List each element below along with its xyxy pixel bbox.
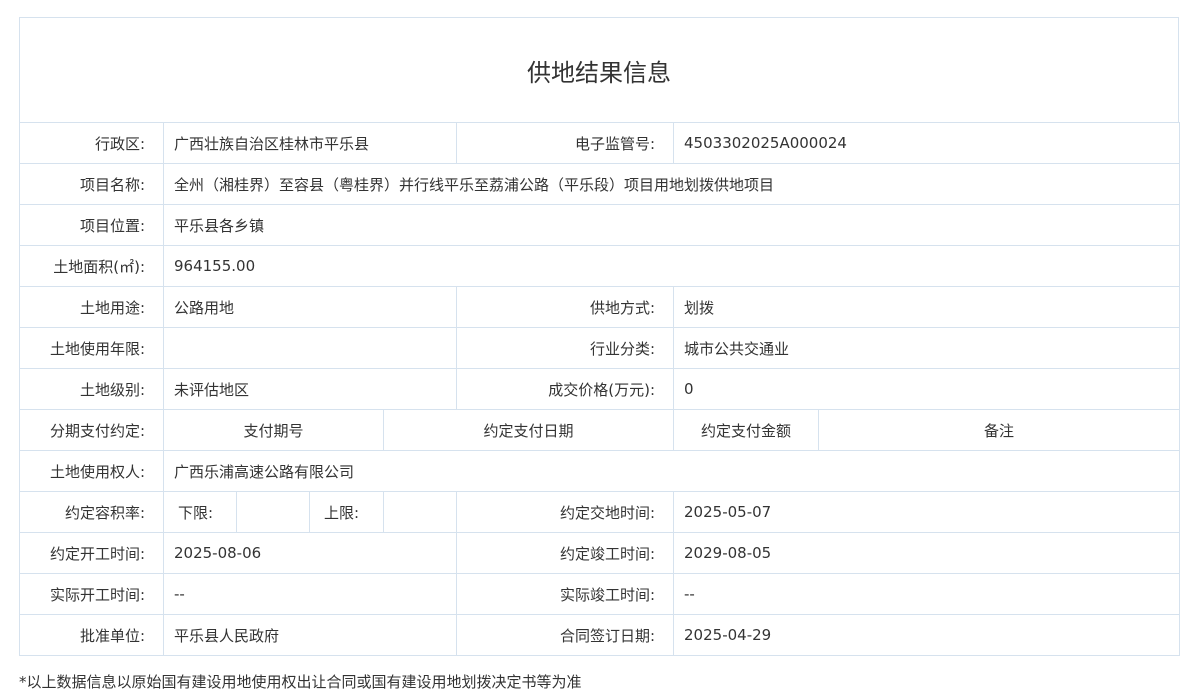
land-use-value: 公路用地 (162, 286, 458, 328)
industry-value: 城市公共交通业 (673, 327, 1181, 369)
planned-start-value: 2025-08-06 (162, 532, 458, 574)
supervision-no-value: 4503302025A000024 (673, 122, 1181, 164)
table-row: 批准单位: 平乐县人民政府 合同签订日期: 2025-04-29 (19, 614, 1181, 656)
region-label: 行政区: (19, 122, 164, 164)
project-location-label: 项目位置: (19, 204, 164, 246)
table-row: 土地面积(㎡): 964155.00 (19, 245, 1181, 287)
supply-method-label: 供地方式: (456, 286, 675, 328)
land-user-value: 广西乐浦高速公路有限公司 (162, 450, 1181, 492)
use-term-label: 土地使用年限: (19, 327, 164, 369)
table-row: 项目位置: 平乐县各乡镇 (19, 204, 1181, 246)
land-use-label: 土地用途: (19, 286, 164, 328)
project-name-value: 全州（湘桂界）至容县（粤桂界）并行线平乐至荔浦公路（平乐段）项目用地划拨供地项目 (162, 163, 1181, 205)
land-grade-label: 土地级别: (19, 368, 164, 410)
use-term-value (162, 327, 458, 369)
land-area-value: 964155.00 (162, 245, 1181, 287)
page-title: 供地结果信息 (19, 17, 1179, 122)
land-user-label: 土地使用权人: (19, 450, 164, 492)
deal-price-label: 成交价格(万元): (456, 368, 675, 410)
installment-col-period: 支付期号 (163, 409, 384, 451)
delivery-time-value: 2025-05-07 (673, 491, 1181, 533)
table-row: 约定容积率: 下限: 上限: 约定交地时间: 2025-05-07 (19, 491, 1181, 533)
table-row: 土地使用权人: 广西乐浦高速公路有限公司 (19, 450, 1181, 492)
table-row: 约定开工时间: 2025-08-06 约定竣工时间: 2029-08-05 (19, 532, 1181, 574)
plot-ratio-upper-value (382, 491, 458, 533)
plot-ratio-lower-label: 下限: (163, 491, 237, 533)
supply-method-value: 划拨 (673, 286, 1181, 328)
plot-ratio-lower-value (236, 491, 310, 533)
planned-start-label: 约定开工时间: (19, 532, 164, 574)
supply-result-table: 行政区: 广西壮族自治区桂林市平乐县 电子监管号: 4503302025A000… (19, 122, 1181, 656)
land-area-label: 土地面积(㎡): (19, 245, 164, 287)
land-grade-value: 未评估地区 (162, 368, 458, 410)
actual-start-value: -- (162, 573, 458, 615)
planned-completion-label: 约定竣工时间: (456, 532, 675, 574)
supply-result-panel: 供地结果信息 行政区: 广西壮族自治区桂林市平乐县 电子监管号: 4503302… (19, 17, 1181, 656)
footnote: *以上数据信息以原始国有建设用地使用权出让合同或国有建设用地划拨决定书等为准 (19, 673, 582, 691)
project-location-value: 平乐县各乡镇 (162, 204, 1181, 246)
table-row: 土地级别: 未评估地区 成交价格(万元): 0 (19, 368, 1181, 410)
table-row: 分期支付约定: 支付期号 约定支付日期 约定支付金额 备注 (19, 409, 1181, 451)
installment-col-remark: 备注 (818, 409, 1181, 451)
region-value: 广西壮族自治区桂林市平乐县 (162, 122, 458, 164)
supervision-no-label: 电子监管号: (456, 122, 675, 164)
approval-unit-value: 平乐县人民政府 (162, 614, 458, 656)
plot-ratio-label: 约定容积率: (19, 491, 164, 533)
table-row: 行政区: 广西壮族自治区桂林市平乐县 电子监管号: 4503302025A000… (19, 122, 1181, 164)
contract-date-value: 2025-04-29 (673, 614, 1181, 656)
contract-date-label: 合同签订日期: (456, 614, 675, 656)
table-row: 项目名称: 全州（湘桂界）至容县（粤桂界）并行线平乐至荔浦公路（平乐段）项目用地… (19, 163, 1181, 205)
installment-col-amount: 约定支付金额 (673, 409, 820, 451)
installment-col-date: 约定支付日期 (382, 409, 675, 451)
actual-start-label: 实际开工时间: (19, 573, 164, 615)
actual-completion-label: 实际竣工时间: (456, 573, 675, 615)
deal-price-value: 0 (673, 368, 1181, 410)
industry-label: 行业分类: (456, 327, 675, 369)
table-row: 实际开工时间: -- 实际竣工时间: -- (19, 573, 1181, 615)
actual-completion-value: -- (673, 573, 1181, 615)
project-name-label: 项目名称: (19, 163, 164, 205)
table-row: 土地用途: 公路用地 供地方式: 划拨 (19, 286, 1181, 328)
delivery-time-label: 约定交地时间: (456, 491, 675, 533)
plot-ratio-upper-label: 上限: (309, 491, 384, 533)
planned-completion-value: 2029-08-05 (673, 532, 1181, 574)
approval-unit-label: 批准单位: (19, 614, 164, 656)
table-row: 土地使用年限: 行业分类: 城市公共交通业 (19, 327, 1181, 369)
installment-label: 分期支付约定: (19, 409, 164, 451)
